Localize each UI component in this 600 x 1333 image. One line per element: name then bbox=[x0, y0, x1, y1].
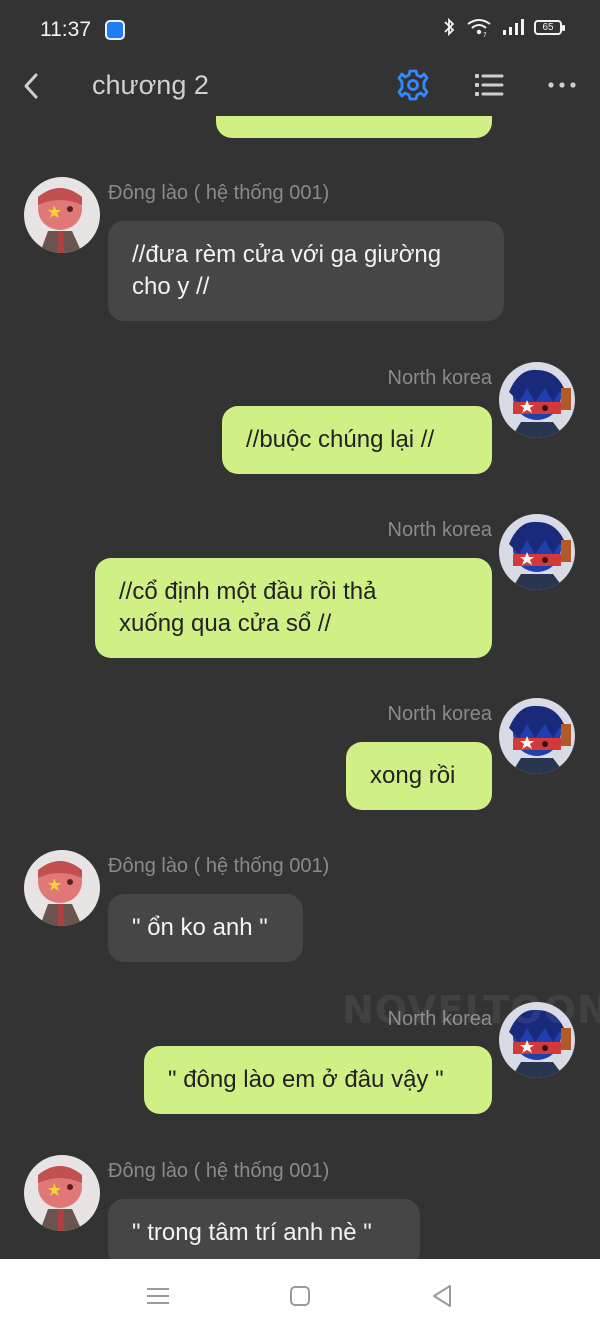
wifi-icon: ? bbox=[467, 19, 491, 37]
sender-name: Đông lào ( hệ thống 001) bbox=[108, 855, 330, 877]
app-notification-icon bbox=[105, 20, 125, 40]
message-line: xong rồi bbox=[370, 762, 456, 789]
avatar[interactable] bbox=[499, 362, 575, 438]
app-bar: chương 2 bbox=[0, 58, 600, 116]
avatar[interactable] bbox=[499, 698, 575, 774]
message-bubble[interactable]: //buộc chúng lại // bbox=[222, 406, 492, 474]
watermark: NOVELTOON bbox=[342, 988, 600, 1032]
avatar[interactable] bbox=[24, 177, 100, 253]
message-bubble[interactable]: //cổ định một đầu rồi thả xuống qua cửa … bbox=[95, 558, 492, 658]
status-time: 11:37 bbox=[40, 18, 91, 41]
sender-name: North korea bbox=[387, 703, 493, 725]
message-line: " đông lào em ở đâu vậy " bbox=[168, 1066, 444, 1093]
sender-name: North korea bbox=[387, 519, 493, 541]
message-bubble[interactable]: " ổn ko anh " bbox=[108, 894, 303, 962]
message-line: //đưa rèm cửa với ga giường bbox=[132, 241, 442, 268]
message-bubble-partial bbox=[216, 116, 492, 138]
sender-name: North korea bbox=[387, 367, 493, 389]
message-bubble[interactable]: //đưa rèm cửa với ga giường cho y // bbox=[108, 221, 504, 321]
message-bubble[interactable]: " đông lào em ở đâu vậy " bbox=[144, 1046, 492, 1114]
status-bar: 11:37 ? 65 bbox=[0, 0, 600, 58]
status-icons: ? 65 bbox=[442, 17, 565, 37]
avatar[interactable] bbox=[499, 514, 575, 590]
chapter-title: chương 2 bbox=[92, 70, 209, 100]
vietnam-character-avatar-icon bbox=[24, 177, 100, 253]
gear-icon[interactable] bbox=[394, 66, 432, 104]
battery-indicator: 65 bbox=[534, 19, 565, 35]
menu-icon[interactable] bbox=[143, 1281, 173, 1311]
north-korea-character-avatar-icon bbox=[499, 362, 575, 438]
message-line: " ổn ko anh " bbox=[132, 914, 268, 941]
message-line: cho y // bbox=[132, 273, 210, 300]
svg-text:?: ? bbox=[483, 31, 487, 37]
message-bubble[interactable]: xong rồi bbox=[346, 742, 492, 810]
avatar[interactable] bbox=[24, 850, 100, 926]
message-line: //buộc chúng lại // bbox=[246, 426, 435, 453]
vietnam-character-avatar-icon bbox=[24, 850, 100, 926]
chevron-left-icon[interactable] bbox=[16, 66, 52, 106]
message-bubble[interactable]: " trong tâm trí anh nè " bbox=[108, 1199, 420, 1259]
back-triangle-icon[interactable] bbox=[427, 1281, 457, 1311]
bluetooth-icon bbox=[444, 17, 455, 37]
more-dots-icon[interactable] bbox=[543, 66, 581, 104]
avatar[interactable] bbox=[24, 1155, 100, 1231]
message-line: xuống qua cửa sổ // bbox=[119, 610, 332, 637]
list-icon[interactable] bbox=[470, 66, 508, 104]
chat-area[interactable]: Đông lào ( hệ thống 001) //đưa rèm cửa v… bbox=[0, 116, 600, 1259]
north-korea-character-avatar-icon bbox=[499, 514, 575, 590]
sender-name: Đông lào ( hệ thống 001) bbox=[108, 182, 330, 204]
home-icon[interactable] bbox=[285, 1281, 315, 1311]
signal-icon bbox=[503, 19, 524, 35]
north-korea-character-avatar-icon bbox=[499, 698, 575, 774]
message-line: //cổ định một đầu rồi thả bbox=[119, 578, 377, 605]
vietnam-character-avatar-icon bbox=[24, 1155, 100, 1231]
message-line: " trong tâm trí anh nè " bbox=[132, 1219, 372, 1246]
system-navigation-bar bbox=[0, 1259, 600, 1333]
sender-name: Đông lào ( hệ thống 001) bbox=[108, 1160, 330, 1182]
